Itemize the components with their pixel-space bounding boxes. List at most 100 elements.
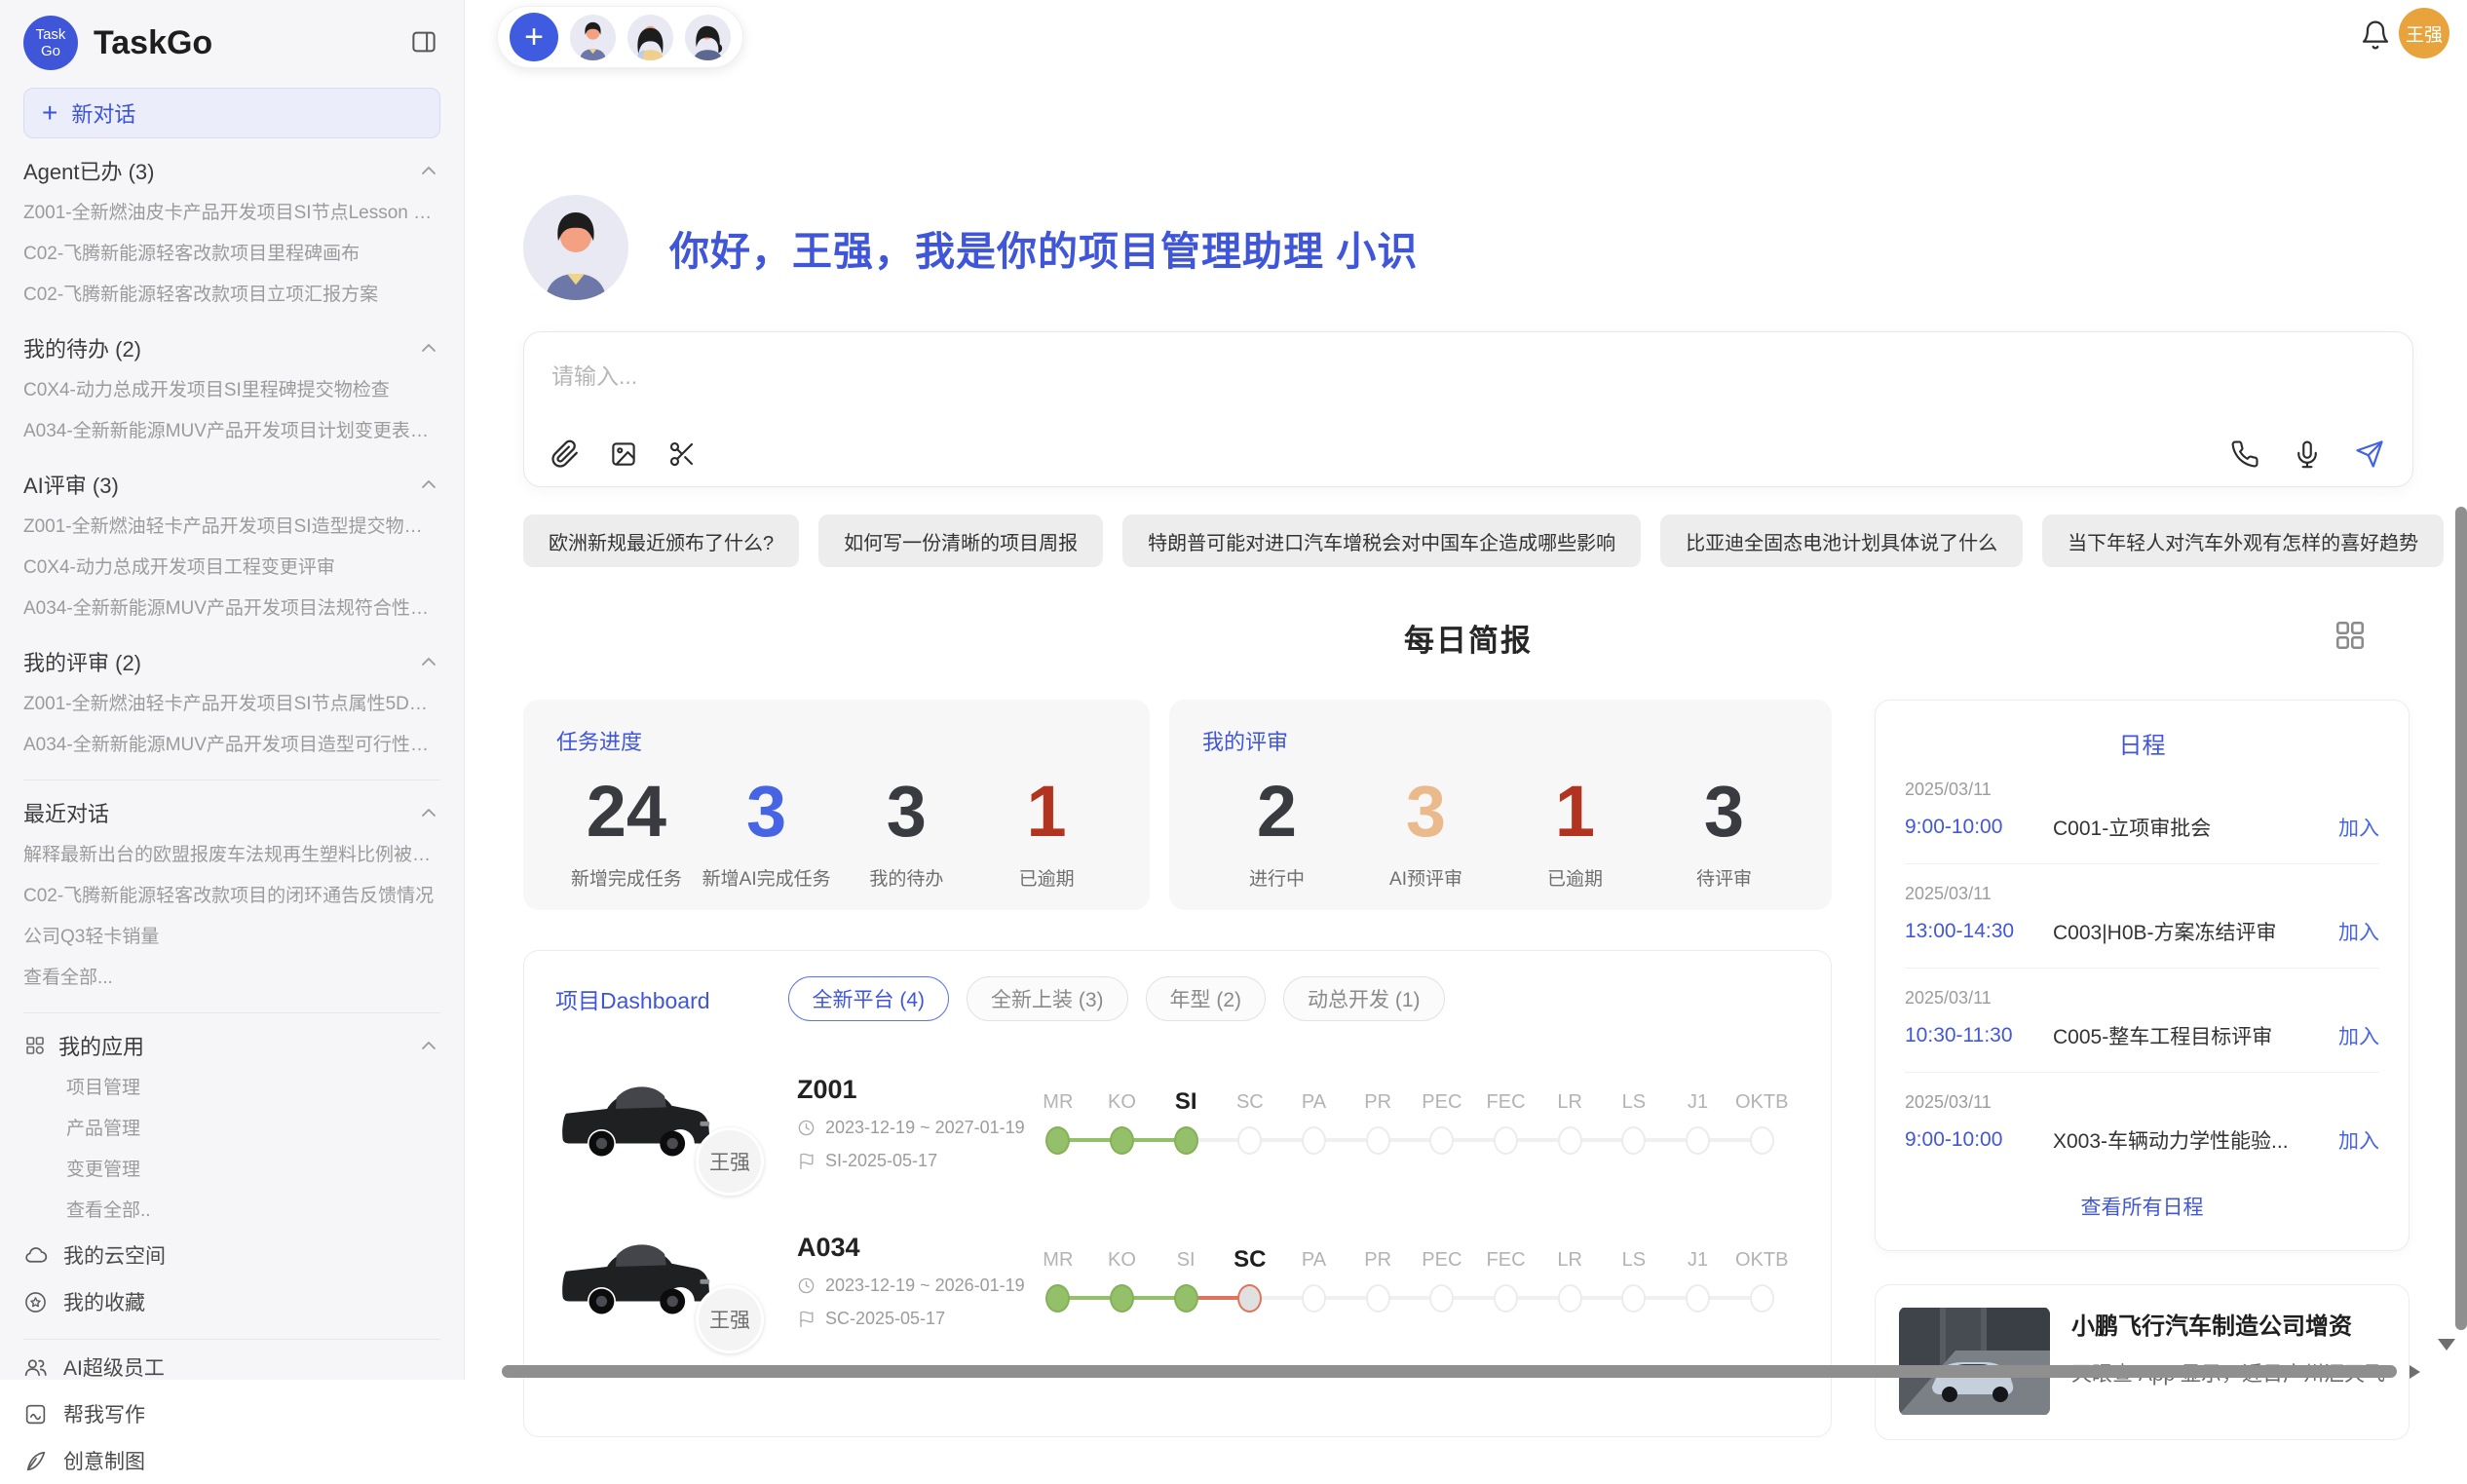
message-input[interactable] bbox=[524, 332, 2412, 422]
tab-new-bodywork[interactable]: 全新上装 (3) bbox=[967, 976, 1128, 1021]
sidebar-item-cloud-space[interactable]: 我的云空间 bbox=[23, 1232, 440, 1278]
sidebar: Task Go TaskGo + 新对话 Agent已办 (3) Z001-全新… bbox=[0, 0, 465, 1380]
view-all-chats-link[interactable]: 查看全部... bbox=[23, 958, 440, 999]
tab-model-year[interactable]: 年型 (2) bbox=[1146, 976, 1267, 1021]
sidebar-collapse-button[interactable] bbox=[407, 26, 440, 59]
milestone-label: MR bbox=[1026, 1084, 1090, 1120]
scroll-right-arrow[interactable] bbox=[2410, 1365, 2420, 1379]
project-dates: 2023-12-19 ~ 2026-01-19 bbox=[797, 1275, 1026, 1296]
section-header-ai-review[interactable]: AI评审 (3) bbox=[23, 462, 440, 507]
chevron-up-icon bbox=[417, 159, 440, 182]
sidebar-item-help-write[interactable]: 帮我写作 bbox=[23, 1390, 440, 1437]
app-item-project-mgmt[interactable]: 项目管理 bbox=[23, 1068, 440, 1109]
sidebar-item[interactable]: Z001-全新燃油皮卡产品开发项目SI节点Lesson Learn报告 bbox=[23, 193, 440, 234]
suggestion-chip[interactable]: 如何写一份清晰的项目周报 bbox=[818, 514, 1103, 567]
news-card[interactable]: 小鹏飞行汽车制造公司增资 天眼查 App 显示，近日广州汇天飞行汽... bbox=[1875, 1284, 2410, 1440]
milestone-dot bbox=[1237, 1126, 1262, 1155]
milestone-label: PEC bbox=[1410, 1242, 1474, 1277]
stat-label: 已逾期 bbox=[1500, 864, 1650, 891]
suggestion-chip[interactable]: 当下年轻人对汽车外观有怎样的喜好趋势 bbox=[2042, 514, 2444, 567]
join-button[interactable]: 加入 bbox=[2338, 917, 2379, 946]
project-row[interactable]: 王强 A034 2023-12-19 ~ 2026-01-19 SC-2025-… bbox=[524, 1195, 1831, 1352]
insert-image-button[interactable] bbox=[608, 439, 639, 471]
sidebar-item-favorites[interactable]: 我的收藏 bbox=[23, 1278, 440, 1325]
ai-employee-label: AI超级员工 bbox=[63, 1352, 165, 1382]
avatar[interactable] bbox=[570, 15, 616, 60]
notifications-button[interactable] bbox=[2358, 18, 2393, 55]
schedule-name: X003-车辆动力学性能验... bbox=[2053, 1125, 2338, 1155]
stat-label: 已逾期 bbox=[976, 864, 1117, 891]
join-button[interactable]: 加入 bbox=[2338, 1021, 2379, 1050]
new-chat-button[interactable]: + 新对话 bbox=[23, 88, 440, 138]
sidebar-item[interactable]: C02-飞腾新能源轻客改款项目立项汇报方案 bbox=[23, 275, 440, 316]
milestone-cell: PEC bbox=[1410, 1084, 1474, 1161]
milestone-dot bbox=[1494, 1126, 1518, 1155]
section-header-agent-done[interactable]: Agent已办 (3) bbox=[23, 148, 440, 193]
card-title: 任务进度 bbox=[556, 725, 1117, 756]
project-row[interactable]: 王强 Z001 2023-12-19 ~ 2027-01-19 SI-2025-… bbox=[524, 1037, 1831, 1195]
suggestion-chip[interactable]: 特朗普可能对进口汽车增税会对中国车企造成哪些影响 bbox=[1122, 514, 1641, 567]
recent-chat-item[interactable]: 解释最新出台的欧盟报废车法规再生塑料比例被调至15%... bbox=[23, 835, 440, 876]
schedule-name: C003|H0B-方案冻结评审 bbox=[2053, 917, 2338, 946]
sidebar-item[interactable]: A034-全新新能源MUV产品开发项目计划变更表编写 bbox=[23, 411, 440, 452]
vertical-scrollbar[interactable] bbox=[2455, 507, 2467, 1330]
cloud-icon bbox=[23, 1243, 48, 1268]
logo-text-bottom: Go bbox=[41, 43, 60, 59]
milestone-dot bbox=[1429, 1284, 1454, 1313]
join-button[interactable]: 加入 bbox=[2338, 1125, 2379, 1155]
app-item-change-mgmt[interactable]: 变更管理 bbox=[23, 1150, 440, 1191]
clock-icon bbox=[797, 1276, 816, 1295]
sidebar-item[interactable]: C02-飞腾新能源轻客改款项目里程碑画布 bbox=[23, 234, 440, 275]
view-all-schedule-link[interactable]: 查看所有日程 bbox=[2081, 1192, 2204, 1221]
avatar[interactable] bbox=[627, 15, 673, 60]
milestone-cell: LR bbox=[1537, 1242, 1602, 1318]
snippet-button[interactable] bbox=[666, 439, 698, 471]
attach-button[interactable] bbox=[550, 439, 581, 471]
milestone-label: KO bbox=[1090, 1242, 1155, 1277]
sidebar-item-creative-draw[interactable]: 创意制图 bbox=[23, 1437, 440, 1484]
recent-chat-item[interactable]: 公司Q3轻卡销量 bbox=[23, 917, 440, 958]
view-all-apps-link[interactable]: 查看全部.. bbox=[23, 1191, 440, 1232]
microphone-button[interactable] bbox=[2292, 439, 2323, 471]
section-header-my-review[interactable]: 我的评审 (2) bbox=[23, 639, 440, 684]
recent-chat-item[interactable]: C02-飞腾新能源轻客改款项目的闭环通告反馈情况 bbox=[23, 876, 440, 917]
milestone-dot bbox=[1621, 1126, 1646, 1155]
milestone-dot bbox=[1366, 1284, 1390, 1313]
user-avatar[interactable]: 王强 bbox=[2399, 8, 2449, 58]
milestone-label: J1 bbox=[1666, 1084, 1730, 1120]
send-button[interactable] bbox=[2354, 439, 2385, 471]
voice-call-button[interactable] bbox=[2229, 439, 2260, 471]
add-session-button[interactable]: + bbox=[510, 13, 558, 61]
avatar[interactable] bbox=[685, 15, 731, 60]
join-button[interactable]: 加入 bbox=[2338, 813, 2379, 842]
sidebar-item[interactable]: Z001-全新燃油轻卡产品开发项目SI造型提交物评审 bbox=[23, 507, 440, 548]
task-progress-card: 任务进度 24 新增完成任务 3 新增AI完成任务 3 我的待办 1 已逾期 bbox=[523, 700, 1150, 910]
news-text: 小鹏飞行汽车制造公司增资 天眼查 App 显示，近日广州汇天飞行汽... bbox=[2071, 1307, 2385, 1418]
section-title: 最近对话 bbox=[23, 797, 109, 828]
sidebar-item-ai-employee[interactable]: AI超级员工 bbox=[23, 1344, 440, 1390]
layout-grid-button[interactable] bbox=[2332, 618, 2369, 655]
suggestion-chip[interactable]: 欧洲新规最近颁布了什么? bbox=[523, 514, 799, 567]
tab-all-new-platform[interactable]: 全新平台 (4) bbox=[788, 976, 950, 1021]
section-header-recent-chats[interactable]: 最近对话 bbox=[23, 790, 440, 835]
schedule-date: 2025/03/11 bbox=[1905, 988, 2379, 1008]
sidebar-item[interactable]: C0X4-动力总成开发项目SI里程碑提交物检查 bbox=[23, 370, 440, 411]
app-logo: Task Go bbox=[23, 16, 78, 70]
section-title: 我的应用 bbox=[58, 1030, 144, 1061]
tab-powertrain[interactable]: 动总开发 (1) bbox=[1283, 976, 1445, 1021]
sidebar-item[interactable]: A034-全新新能源MUV产品开发项目法规符合性评审 bbox=[23, 589, 440, 629]
chevron-up-icon bbox=[417, 336, 440, 360]
owner-badge: 王强 bbox=[696, 1285, 764, 1353]
sidebar-item[interactable]: Z001-全新燃油轻卡产品开发项目SI节点属性5D文件评审 bbox=[23, 684, 440, 725]
milestone-cell: MR bbox=[1026, 1242, 1090, 1318]
app-item-product-mgmt[interactable]: 产品管理 bbox=[23, 1109, 440, 1150]
section-header-my-todo[interactable]: 我的待办 (2) bbox=[23, 325, 440, 370]
horizontal-scrollbar[interactable] bbox=[502, 1365, 2397, 1378]
plus-icon: + bbox=[42, 99, 57, 127]
scroll-down-arrow[interactable] bbox=[2438, 1339, 2455, 1351]
suggestion-chip[interactable]: 比亚迪全固态电池计划具体说了什么 bbox=[1660, 514, 2023, 567]
stat-value: 3 bbox=[697, 772, 837, 851]
sidebar-item[interactable]: C0X4-动力总成开发项目工程变更评审 bbox=[23, 548, 440, 589]
sidebar-item[interactable]: A034-全新新能源MUV产品开发项目造型可行性评审 bbox=[23, 725, 440, 766]
section-header-my-apps[interactable]: 我的应用 bbox=[23, 1023, 440, 1068]
